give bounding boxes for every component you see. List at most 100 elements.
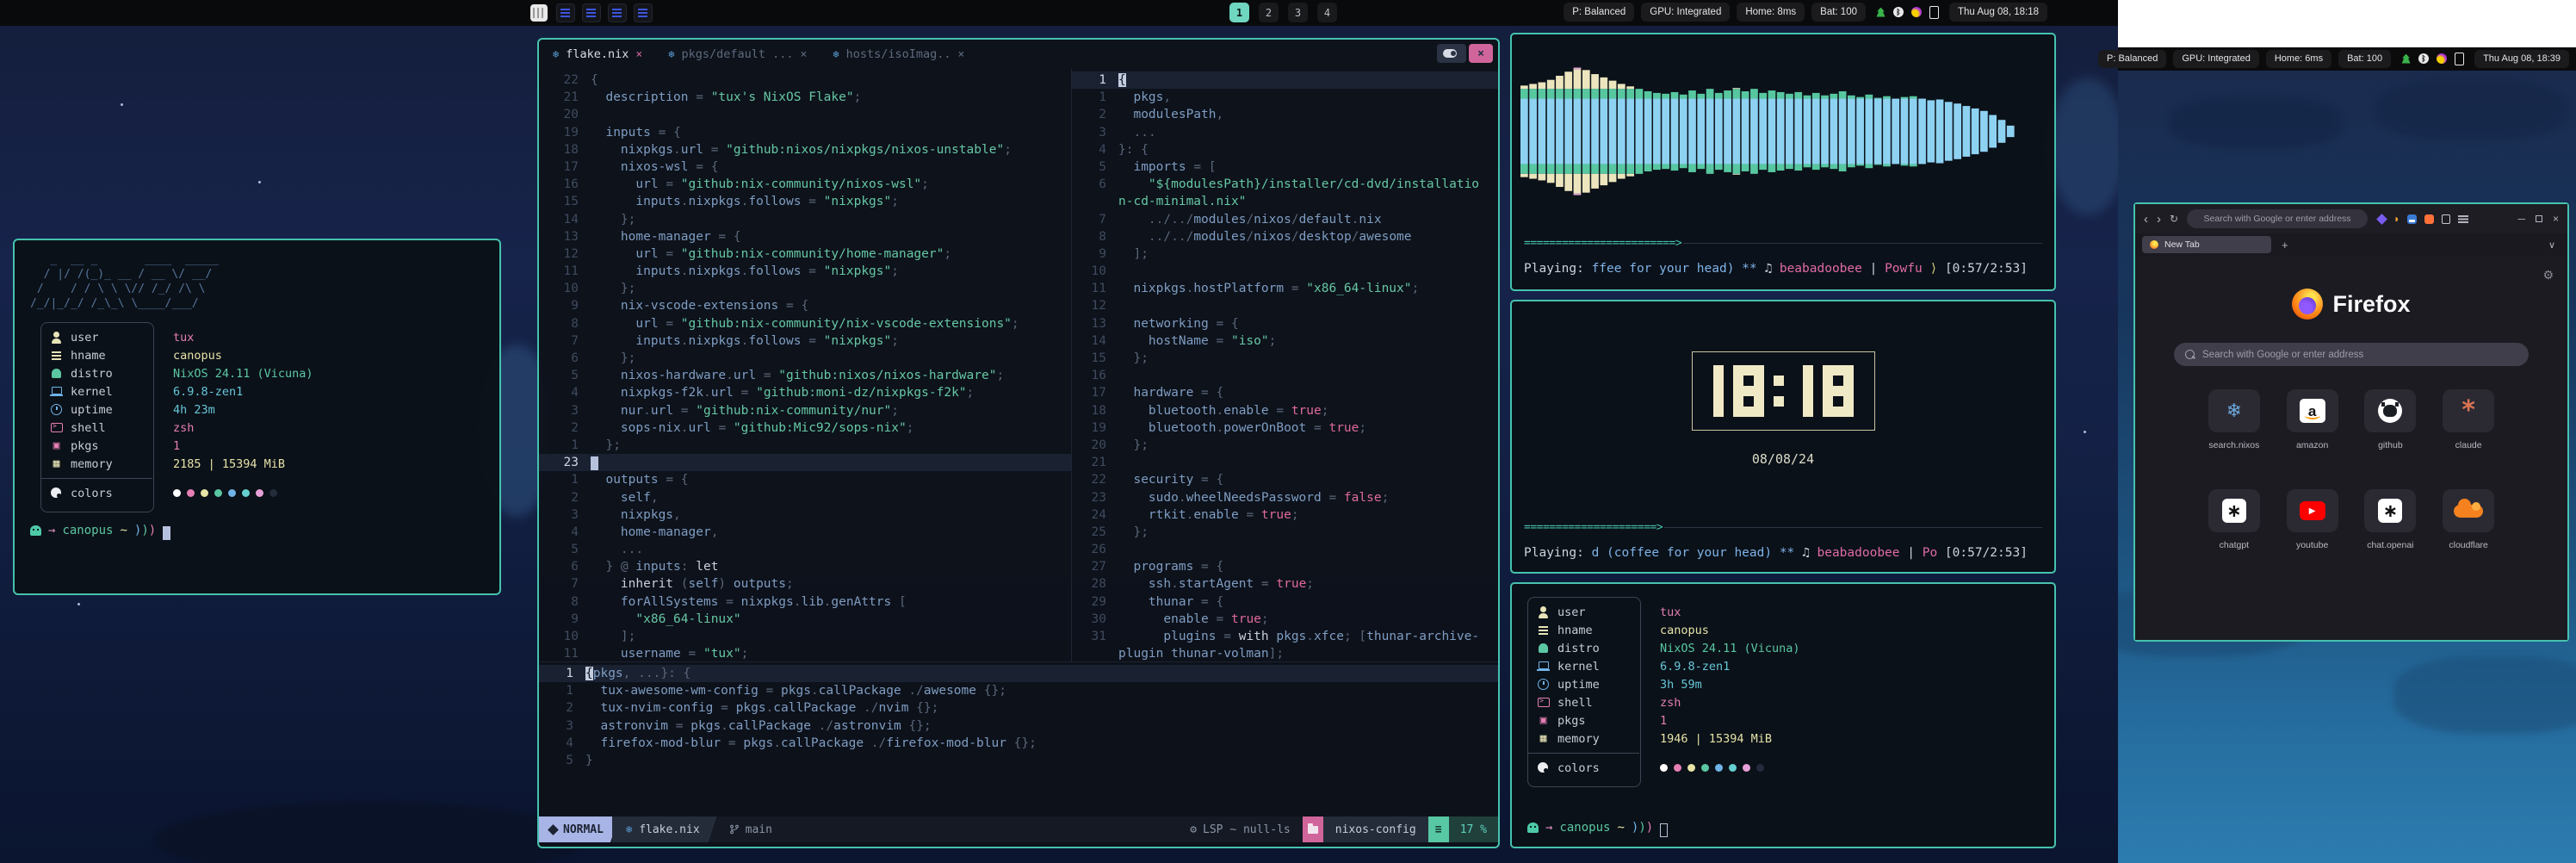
- nix-snowflake-icon: ❄: [626, 823, 632, 835]
- network-tray-icon[interactable]: [2401, 54, 2411, 64]
- fetch-value: 1946 | 15394 MiB: [1660, 732, 2054, 746]
- tab-new-tab[interactable]: New Tab: [2142, 236, 2271, 253]
- window-close-button[interactable]: ×: [1469, 44, 1493, 63]
- client-icon[interactable]: [556, 3, 575, 22]
- client-icon[interactable]: [608, 3, 627, 22]
- launcher-icon[interactable]: [530, 4, 548, 22]
- tab-close-icon[interactable]: ×: [957, 48, 964, 61]
- shortcut-tile-cloudflare[interactable]: cloudflare: [2442, 489, 2495, 550]
- code-line: 21: [1072, 454, 1498, 471]
- project-folder-icon: [1303, 816, 1323, 842]
- media-tray-icon[interactable]: [1911, 7, 1922, 17]
- fetch-label: shell: [71, 421, 106, 435]
- reload-icon[interactable]: ↻: [2170, 213, 2178, 226]
- back-icon[interactable]: ‹: [2144, 213, 2148, 226]
- shortcut-tile-youtube[interactable]: ▶youtube: [2286, 489, 2339, 550]
- editor-pane-pkgs[interactable]: 1{pkgs, ...}: {1 tux-awesome-wm-config =…: [539, 661, 1498, 776]
- urlbar[interactable]: Search with Google or enter address: [2187, 209, 2368, 228]
- editor-pane-iso[interactable]: 1{1 pkgs,2 modulesPath,3 ...4}: {5 impor…: [1072, 69, 1498, 661]
- shell-prompt[interactable]: →canopus~))): [1527, 821, 1668, 835]
- newtab-search-input[interactable]: Search with Google or enter address: [2174, 343, 2529, 366]
- code-line: 4 home-manager,: [539, 524, 1071, 541]
- fetch-value: 6.9.8-zen1: [1660, 660, 2054, 674]
- clock-panel[interactable]: 08/08/24 =====================> Playing:…: [1510, 300, 2056, 574]
- shell-prompt[interactable]: →canopus~))): [30, 524, 484, 537]
- tab-list-chevron-icon[interactable]: ∨: [2548, 239, 2555, 251]
- fetch-panel[interactable]: usertuxhnamecanopusdistroNixOS 24.11 (Vi…: [1510, 582, 2056, 848]
- fetch-value: canopus: [173, 349, 484, 363]
- fetch-label: distro: [71, 367, 113, 381]
- distro-icon: [50, 367, 63, 380]
- fetch-label: hname: [1557, 624, 1593, 637]
- titlebar-toggle-icon[interactable]: [1437, 44, 1466, 63]
- menu-icon[interactable]: [2458, 214, 2468, 223]
- extension-translate-icon[interactable]: [2407, 214, 2417, 224]
- code-line: 17 nixos-wsl = {: [539, 158, 1071, 176]
- editor-pane-flake[interactable]: 22{21 description = "tux's NixOS Flake";…: [539, 69, 1071, 661]
- search-icon: [2185, 350, 2195, 359]
- color-dot: [269, 489, 277, 497]
- shortcut-tile-github[interactable]: github: [2364, 389, 2418, 450]
- fetch-output: usertuxhnamecanopusdistroNixOS 24.11 (Vi…: [1527, 603, 2054, 779]
- client-icon[interactable]: [582, 3, 601, 22]
- code-line: 9 nix-vscode-extensions = {: [539, 297, 1071, 314]
- extension-crescent-icon[interactable]: ◗: [2393, 214, 2400, 224]
- editor-tab-hosts-isoImag-[interactable]: ❄hosts/isoImag..×: [833, 47, 964, 61]
- shortcut-tile-amazon[interactable]: aamazon: [2286, 389, 2339, 450]
- personalize-gear-icon[interactable]: ⚙: [2542, 268, 2554, 282]
- editor-tab-pkgs-default-[interactable]: ❄pkgs/default ...×: [668, 47, 807, 61]
- close-icon[interactable]: ×: [2553, 213, 2559, 225]
- now-playing: Playing: ffee for your head) ** ♫ beabad…: [1524, 262, 2042, 276]
- editor-cursor: [591, 456, 598, 470]
- terminal-window[interactable]: _ __ _ ____ _____ / |/ /(_)_ __ / __ \/ …: [13, 239, 501, 595]
- tab-close-icon[interactable]: ×: [801, 48, 808, 61]
- shortcut-tile-chat-openai[interactable]: ∗chat.openai: [2364, 489, 2418, 550]
- phone-tray-icon[interactable]: [1929, 6, 1939, 19]
- network-tray-icon[interactable]: [1876, 8, 1886, 17]
- phone-tray-icon[interactable]: [2455, 53, 2464, 65]
- firefox-logo-icon: [2292, 289, 2323, 320]
- battery-badge: Bat: 100: [1811, 3, 1866, 22]
- fetch-value: 2185 | 15394 MiB: [173, 457, 484, 471]
- shortcut-tile-chatgpt[interactable]: ∗chatgpt: [2208, 489, 2261, 550]
- extension-diamond-icon[interactable]: [2376, 214, 2387, 225]
- color-dot: [1743, 764, 1750, 772]
- workspace-button-2[interactable]: 2: [1259, 3, 1279, 22]
- color-dot: [1674, 764, 1681, 772]
- workspace-button-4[interactable]: 4: [1317, 3, 1337, 22]
- client-icon[interactable]: [634, 3, 653, 22]
- extension-fox-icon[interactable]: [2424, 214, 2434, 224]
- code-line: 16 url = "github:nix-community/nixos-wsl…: [539, 176, 1071, 193]
- maximize-icon[interactable]: [2536, 215, 2542, 222]
- forward-icon[interactable]: ›: [2157, 213, 2161, 226]
- neovim-window[interactable]: ❄flake.nix× ❄pkgs/default ...× ❄hosts/isoI…: [537, 38, 1500, 848]
- github-icon: [2378, 399, 2402, 423]
- new-tab-button[interactable]: +: [2282, 239, 2288, 251]
- minimize-icon[interactable]: ─: [2517, 213, 2525, 225]
- code-line: n-cd-minimal.nix": [1072, 193, 1498, 210]
- media-tray-icon[interactable]: [2437, 53, 2447, 64]
- extension-sidebar-icon[interactable]: [2442, 214, 2450, 224]
- editor-tab-flake-nix[interactable]: ❄flake.nix×: [553, 47, 642, 61]
- code-line: 2 sops-nix.url = "github:Mic92/sops-nix"…: [539, 419, 1071, 437]
- bluetooth-tray-icon[interactable]: ᛒ: [2418, 53, 2429, 64]
- tab-close-icon[interactable]: ×: [635, 48, 642, 61]
- bluetooth-tray-icon[interactable]: ᛒ: [1893, 7, 1904, 17]
- memory-icon: ▦: [1537, 732, 1550, 745]
- window-buttons: ×: [1437, 44, 1493, 63]
- color-dot: [173, 489, 181, 497]
- fetch-label: hname: [71, 349, 106, 363]
- cava-panel[interactable]: ========================> Playing: ffee …: [1510, 33, 2056, 291]
- fetch-value: 1: [1660, 714, 2054, 728]
- shortcut-tile-claude[interactable]: *claude: [2442, 389, 2495, 450]
- firefox-window[interactable]: ‹ › ↻ Search with Google or enter addres…: [2133, 202, 2569, 642]
- workspace-button-3[interactable]: 3: [1288, 3, 1308, 22]
- nixos-ascii-logo: _ __ _ ____ _____ / |/ /(_)_ __ / __ \/ …: [30, 252, 484, 311]
- code-line: 10: [1072, 263, 1498, 280]
- fetch-value: tux: [1660, 605, 2054, 619]
- color-dot: [256, 489, 263, 497]
- color-dot: [1701, 764, 1709, 772]
- fetch-value: zsh: [1660, 696, 2054, 710]
- shortcut-tile-search-nixos[interactable]: ❄search.nixos: [2208, 389, 2261, 450]
- workspace-button-1[interactable]: 1: [1229, 3, 1249, 22]
